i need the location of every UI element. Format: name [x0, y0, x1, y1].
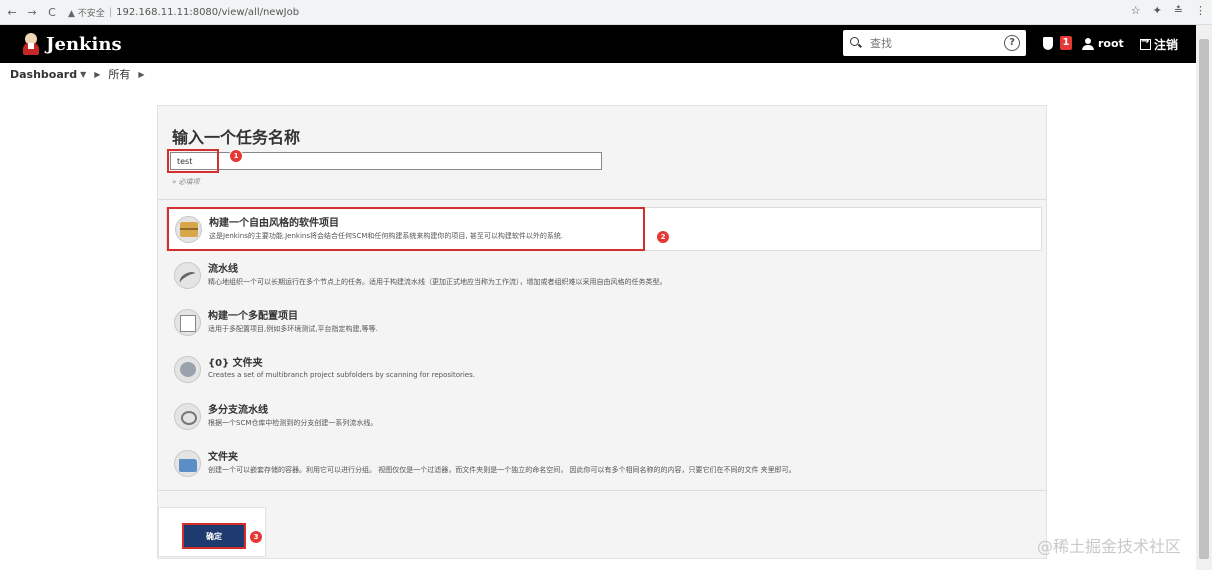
job-type-description: 根据一个SCM仓库中检测到的分支创建一系列流水线。 [208, 419, 378, 427]
help-icon[interactable]: ? [1004, 35, 1020, 51]
divider [158, 490, 1046, 491]
search-icon [850, 37, 862, 49]
logout-button[interactable]: 注销 [1140, 36, 1178, 53]
breadcrumb-all[interactable]: 所有 [108, 66, 130, 82]
job-type-multi-config[interactable]: 构建一个多配置项目 适用于多配置项目,例如多环境测试,平台指定构建,等等. [166, 301, 1042, 345]
job-type-description: 适用于多配置项目,例如多环境测试,平台指定构建,等等. [208, 325, 378, 333]
brand-name: Jenkins [46, 33, 122, 55]
job-type-title: 流水线 [208, 264, 238, 275]
divider [158, 199, 1046, 200]
url-text[interactable]: 192.168.11.11:8080/view/all/newJob [116, 7, 299, 18]
ok-button[interactable]: 确定 [182, 523, 246, 549]
browser-toolbar: ← → C ▲ 不安全 | 192.168.11.11:8080/view/al… [0, 0, 1212, 25]
browser-actions: ☆ ✦ ≛ ⋮ [1131, 4, 1206, 17]
security-warning[interactable]: ▲ 不安全 [68, 6, 105, 19]
job-type-organization-folder[interactable]: {0} 文件夹 Creates a set of multibranch pro… [166, 348, 1042, 392]
job-type-description: 精心地组织一个可以长期运行在多个节点上的任务。适用于构建流水线（更加正式地应当称… [208, 278, 667, 286]
page-title: 输入一个任务名称 [172, 128, 301, 147]
annotation-highlight-freestyle [167, 207, 645, 251]
browser-menu-icon[interactable]: ⋮ [1195, 4, 1206, 17]
job-type-folder[interactable]: 文件夹 创建一个可以嵌套存储的容器。利用它可以进行分组。 视图仅仅是一个过滤器，… [166, 442, 1042, 486]
forward-icon[interactable]: → [24, 6, 40, 19]
job-type-title: 多分支流水线 [208, 405, 268, 416]
extensions-icon[interactable]: ✦ [1153, 4, 1162, 17]
reload-icon[interactable]: C [44, 6, 60, 19]
breadcrumb-arrow-icon: ▶ [94, 69, 101, 79]
annotation-marker-1: 1 [229, 149, 243, 163]
job-type-multibranch-pipeline[interactable]: 多分支流水线 根据一个SCM仓库中检测到的分支创建一系列流水线。 [166, 395, 1042, 439]
breadcrumb-arrow-icon[interactable]: ▶ [138, 70, 144, 79]
new-job-panel: 输入一个任务名称 1 » 必填项 构建一个自由风格的软件项目 这是Jenkins… [157, 105, 1047, 559]
folder-icon [174, 450, 201, 477]
alert-count-badge[interactable]: 1 [1060, 36, 1072, 50]
scrollbar-thumb[interactable] [1199, 39, 1209, 559]
breadcrumb-dashboard[interactable]: Dashboard [10, 68, 77, 81]
submit-area: 确定 3 [158, 507, 266, 557]
security-shield-icon[interactable] [1043, 37, 1053, 50]
profile-icon[interactable]: ≛ [1174, 4, 1183, 17]
pipeline-icon [174, 262, 201, 289]
multibranch-pipeline-icon [174, 403, 201, 430]
logout-icon [1140, 36, 1151, 50]
breadcrumb: Dashboard ▼ ▶ 所有 ▶ [10, 66, 153, 82]
annotation-marker-2: 2 [656, 230, 670, 244]
back-icon[interactable]: ← [4, 6, 20, 19]
username: root [1098, 37, 1124, 50]
jenkins-header: Jenkins ? 1 root 注销 [0, 25, 1196, 63]
annotation-highlight-name [167, 149, 219, 173]
search-input[interactable] [868, 35, 1002, 51]
page-scrollbar[interactable] [1196, 25, 1212, 570]
job-type-title: 文件夹 [208, 452, 238, 463]
job-type-title: {0} 文件夹 [208, 358, 263, 369]
watermark: @稀土掘金技术社区 [1037, 537, 1182, 556]
job-type-description: 创建一个可以嵌套存储的容器。利用它可以进行分组。 视图仅仅是一个过滤器，而文件夹… [208, 466, 796, 474]
job-type-title: 构建一个多配置项目 [208, 311, 298, 322]
multi-config-icon [174, 309, 201, 336]
address-bar[interactable]: ▲ 不安全 | 192.168.11.11:8080/view/all/newJ… [68, 6, 299, 19]
jenkins-logo[interactable]: Jenkins [22, 33, 122, 55]
logout-label: 注销 [1154, 38, 1179, 52]
job-type-description: Creates a set of multibranch project sub… [208, 371, 475, 379]
annotation-marker-3: 3 [249, 530, 263, 544]
job-type-pipeline[interactable]: 流水线 精心地组织一个可以长期运行在多个节点上的任务。适用于构建流水线（更加正式… [166, 254, 1042, 298]
required-hint: » 必填项 [172, 178, 200, 186]
search-box[interactable]: ? [843, 30, 1026, 56]
user-menu[interactable]: root [1082, 37, 1124, 50]
chevron-down-icon[interactable]: ▼ [80, 70, 86, 79]
address-separator: | [108, 6, 113, 18]
jenkins-butler-icon [22, 33, 40, 55]
user-icon [1082, 37, 1094, 50]
bookmark-star-icon[interactable]: ☆ [1131, 4, 1141, 17]
organization-folder-icon [174, 356, 201, 383]
